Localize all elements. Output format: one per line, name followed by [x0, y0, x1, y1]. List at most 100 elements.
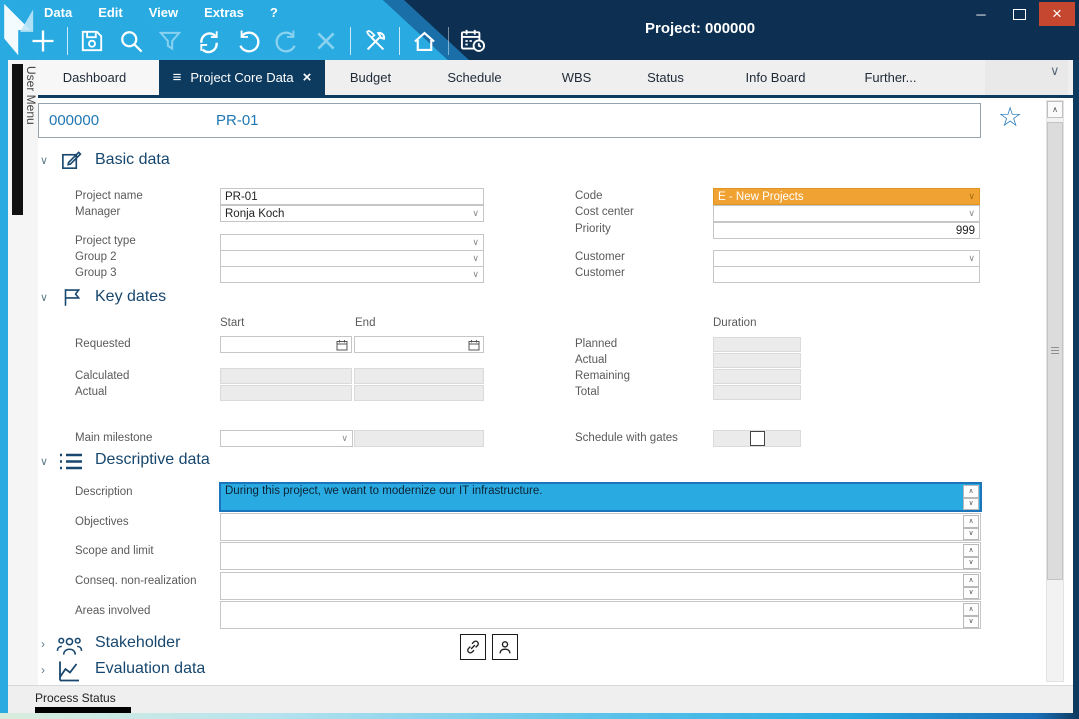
scroll-up-icon[interactable]: ∧	[963, 485, 979, 498]
calculated-start-field	[220, 368, 352, 384]
chevron-down-icon: ∨	[472, 254, 479, 263]
menu-view[interactable]: View	[149, 5, 178, 20]
scroll-down-icon[interactable]: ∨	[963, 587, 979, 600]
toolbar	[28, 24, 488, 58]
chevron-down-icon: ∨	[341, 434, 348, 443]
tab-overflow-chevron-icon[interactable]: ∨	[1050, 63, 1060, 79]
priority-input[interactable]	[713, 222, 980, 239]
scroll-down-icon[interactable]: ∨	[963, 616, 979, 629]
tab-close-icon[interactable]: ×	[303, 70, 312, 85]
scroll-down-icon[interactable]: ∨	[963, 528, 979, 541]
flag-icon	[62, 286, 83, 309]
objectives-textarea[interactable]: ∧ ∨	[220, 513, 981, 541]
section-title-stakeholder[interactable]: Stakeholder	[95, 634, 180, 652]
tab-project-core-data[interactable]: ≡ Project Core Data ×	[159, 60, 325, 95]
menu-help[interactable]: ?	[270, 5, 278, 20]
maximize-button[interactable]	[1001, 2, 1037, 26]
tab-further[interactable]: Further...	[838, 60, 943, 95]
list-icon	[58, 451, 84, 472]
home-icon[interactable]	[409, 26, 439, 56]
user-menu-indicator[interactable]	[12, 64, 23, 215]
scroll-up-icon[interactable]: ∧	[963, 515, 979, 528]
manager-select[interactable]: Ronja Koch∨	[220, 205, 484, 222]
tab-menu-icon[interactable]: ≡	[173, 70, 182, 85]
actual-start-field	[220, 385, 352, 401]
tools-icon[interactable]	[360, 26, 390, 56]
field-label: Project name	[75, 190, 143, 202]
process-status-label[interactable]: Process Status	[35, 691, 116, 705]
close-button[interactable]: ×	[1039, 2, 1075, 26]
field-label: Planned	[575, 338, 617, 350]
collapse-chevron-icon[interactable]: ∨	[40, 455, 48, 468]
toolbar-separator	[67, 27, 68, 55]
section-title-evaluation-data[interactable]: Evaluation data	[95, 660, 205, 678]
column-header-duration: Duration	[713, 317, 756, 329]
project-type-select[interactable]: ∨	[220, 234, 484, 251]
scroll-spinner: ∧ ∨	[963, 603, 979, 628]
link-button[interactable]	[460, 634, 486, 660]
vertical-scrollbar[interactable]: ∧	[1046, 100, 1064, 682]
undo-icon[interactable]	[233, 26, 263, 56]
chevron-down-icon: ∨	[968, 209, 975, 218]
tab-budget[interactable]: Budget	[318, 60, 423, 95]
project-header-box[interactable]: 000000 PR-01	[38, 103, 981, 138]
scrollbar-thumb[interactable]	[1047, 122, 1063, 580]
window-edge-bottom	[0, 713, 1079, 719]
new-icon[interactable]	[28, 26, 58, 56]
planned-duration-field	[713, 337, 801, 352]
tab-dashboard[interactable]: Dashboard	[28, 60, 161, 95]
group2-select[interactable]: ∨	[220, 250, 484, 267]
favorite-star-icon[interactable]: ☆	[998, 104, 1022, 131]
customer-input[interactable]	[713, 266, 980, 283]
scroll-down-icon[interactable]: ∨	[963, 498, 979, 511]
section-title-descriptive-data[interactable]: Descriptive data	[95, 451, 210, 469]
calendar-icon	[336, 339, 348, 351]
scroll-up-icon[interactable]: ∧	[963, 544, 979, 557]
group3-select[interactable]: ∨	[220, 266, 484, 283]
field-label: Objectives	[75, 516, 129, 528]
evaluation-chart-icon	[57, 660, 82, 682]
planning-calendar-icon[interactable]	[458, 26, 488, 56]
scroll-up-icon[interactable]: ∧	[963, 603, 979, 616]
scope-and-limit-textarea[interactable]: ∧ ∨	[220, 542, 981, 570]
tab-schedule[interactable]: Schedule	[422, 60, 527, 95]
menu-data[interactable]: Data	[44, 5, 72, 20]
collapse-chevron-icon[interactable]: ∨	[40, 291, 48, 304]
field-label: Priority	[575, 223, 611, 235]
schedule-with-gates-checkbox[interactable]	[750, 431, 765, 446]
field-label: Group 3	[75, 267, 117, 279]
search-icon[interactable]	[116, 26, 146, 56]
areas-involved-textarea[interactable]: ∧ ∨	[220, 601, 981, 629]
main-milestone-select[interactable]: ∨	[220, 430, 353, 447]
project-name-input[interactable]	[220, 188, 484, 205]
app-window: Data Edit View Extras ?	[0, 0, 1079, 719]
menu-edit[interactable]: Edit	[98, 5, 123, 20]
customer-select[interactable]: ∨	[713, 250, 980, 267]
cost-center-select[interactable]: ∨	[713, 205, 980, 222]
description-textarea[interactable]: During this project, we want to moderniz…	[220, 483, 981, 511]
tab-status[interactable]: Status	[613, 60, 718, 95]
code-select[interactable]: E - New Projects∨	[713, 188, 980, 205]
project-name-header: PR-01	[216, 112, 259, 129]
field-label: Remaining	[575, 370, 630, 382]
scrollbar-up-icon[interactable]: ∧	[1047, 101, 1063, 118]
section-title-basic-data[interactable]: Basic data	[95, 151, 170, 169]
refresh-icon[interactable]	[194, 26, 224, 56]
scroll-spinner: ∧ ∨	[963, 544, 979, 569]
expand-chevron-icon[interactable]: ›	[41, 663, 45, 677]
requested-end-date-input[interactable]	[354, 336, 484, 353]
requested-start-date-input[interactable]	[220, 336, 352, 353]
menu-extras[interactable]: Extras	[204, 5, 244, 20]
section-title-key-dates[interactable]: Key dates	[95, 288, 166, 306]
person-button[interactable]	[492, 634, 518, 660]
conseq-non-realization-textarea[interactable]: ∧ ∨	[220, 572, 981, 600]
scroll-down-icon[interactable]: ∨	[963, 557, 979, 570]
minimize-button[interactable]: ─	[963, 2, 999, 26]
save-icon[interactable]	[77, 26, 107, 56]
scroll-up-icon[interactable]: ∧	[963, 574, 979, 587]
collapse-chevron-icon[interactable]: ∨	[40, 154, 48, 167]
tab-info-board[interactable]: Info Board	[722, 60, 829, 95]
actual-end-field	[354, 385, 484, 401]
expand-chevron-icon[interactable]: ›	[41, 637, 45, 651]
user-menu-label[interactable]: User Menu	[24, 66, 38, 125]
